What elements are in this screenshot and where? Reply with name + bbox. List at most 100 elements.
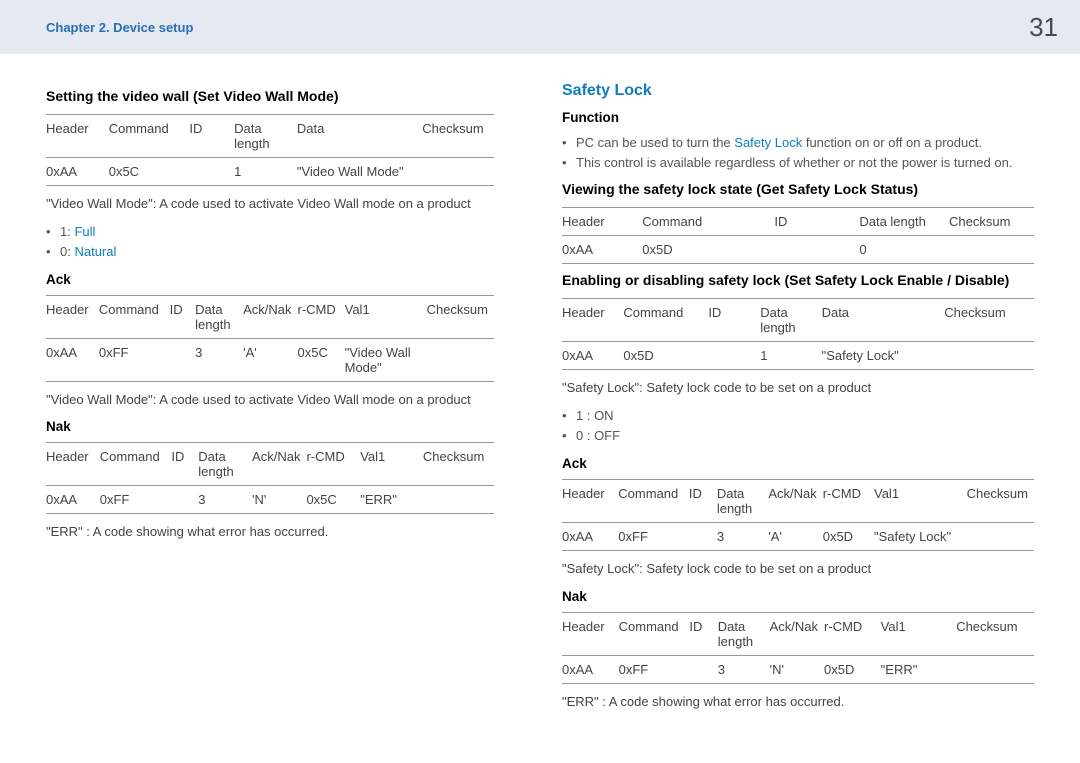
th: Data length — [859, 214, 926, 229]
th: Checksum — [956, 619, 1017, 634]
content-area: Setting the video wall (Set Video Wall M… — [0, 54, 1080, 719]
th: Command — [623, 305, 683, 320]
th: Data — [822, 305, 849, 320]
th: Ack/Nak — [768, 486, 816, 501]
td — [949, 236, 1034, 264]
li-prefix: 0: — [60, 244, 74, 259]
td: 1 — [234, 164, 241, 179]
td — [708, 342, 760, 370]
li-emph: Natural — [74, 244, 116, 259]
th: Header — [46, 449, 89, 464]
th: Checksum — [944, 305, 1005, 320]
li-prefix: 1: — [60, 224, 74, 239]
li-emph: Full — [74, 224, 95, 239]
th: Command — [642, 214, 702, 229]
safety-lock-link[interactable]: Safety Lock — [734, 135, 802, 150]
td: 0xFF — [99, 345, 129, 360]
table-safety-lock-ack: Header Command ID Data length Ack/Nak r-… — [562, 479, 1034, 551]
td: 0xAA — [46, 492, 77, 507]
td: 0xAA — [562, 655, 619, 683]
txt: 1 : ON — [576, 408, 614, 423]
td: 0xFF — [100, 492, 130, 507]
td: 'A' — [768, 523, 822, 551]
th: Checksum — [949, 214, 1010, 229]
td: 'N' — [770, 655, 824, 683]
th: Checksum — [423, 449, 484, 464]
right-column: Safety Lock Function PC can be used to t… — [530, 82, 1080, 719]
th: Checksum — [427, 302, 488, 317]
function-list: PC can be used to turn the Safety Lock f… — [562, 133, 1034, 173]
list-item: 1 : ON — [562, 406, 1034, 426]
th: Val1 — [881, 619, 906, 634]
left-desc2: "Video Wall Mode": A code used to activa… — [46, 390, 494, 410]
lock-values-list: 1 : ON 0 : OFF — [562, 406, 1034, 446]
td: "Safety Lock" — [874, 523, 967, 551]
td: "ERR" — [360, 492, 397, 507]
th: Header — [562, 214, 605, 229]
th: ID — [774, 214, 787, 229]
left-ack-title: Ack — [46, 272, 494, 287]
td: 3 — [718, 655, 770, 683]
right-sub2: Enabling or disabling safety lock (Set S… — [562, 272, 1034, 288]
td — [944, 342, 1034, 370]
table-set-safety-lock: Header Command ID Data length Data Check… — [562, 298, 1034, 370]
td: 3 — [717, 523, 768, 551]
th: Data length — [195, 302, 230, 332]
td: 0 — [859, 236, 949, 264]
th: Command — [99, 302, 159, 317]
th: Val1 — [345, 302, 370, 317]
txt: 0 : OFF — [576, 428, 620, 443]
right-sub1: Viewing the safety lock state (Get Safet… — [562, 181, 1034, 197]
list-item: 0: Natural — [46, 242, 494, 262]
th: Data length — [718, 619, 753, 649]
th: ID — [189, 121, 202, 136]
td: 0xAA — [46, 345, 77, 360]
td: "Video Wall Mode" — [297, 164, 404, 179]
td: 'A' — [243, 345, 257, 360]
txt: function on or off on a product. — [802, 135, 982, 150]
td: "ERR" — [881, 655, 957, 683]
th: ID — [170, 302, 183, 317]
th: Data — [297, 121, 324, 136]
left-column: Setting the video wall (Set Video Wall M… — [0, 82, 530, 719]
td: "Safety Lock" — [822, 342, 945, 370]
td: 0xAA — [46, 164, 77, 179]
th: ID — [689, 619, 702, 634]
th: ID — [171, 449, 184, 464]
td — [689, 523, 717, 551]
th: r-CMD — [298, 302, 336, 317]
td: 0x5D — [642, 236, 774, 264]
right-nak-title: Nak — [562, 589, 1034, 604]
td: 'N' — [252, 492, 266, 507]
th: Ack/Nak — [243, 302, 291, 317]
table-set-video-wall: Header Command ID Data length Data Check… — [46, 114, 494, 186]
list-item: This control is available regardless of … — [562, 153, 1034, 173]
th: ID — [689, 486, 702, 501]
right-desc1: "Safety Lock": Safety lock code to be se… — [562, 378, 1034, 398]
th: ID — [708, 305, 721, 320]
td: 3 — [198, 492, 205, 507]
page-header: Chapter 2. Device setup 31 — [0, 0, 1080, 54]
td: 0x5D — [824, 655, 881, 683]
th: Val1 — [360, 449, 385, 464]
right-section-title: Safety Lock — [562, 82, 1034, 100]
td — [774, 236, 859, 264]
th: r-CMD — [823, 486, 861, 501]
td: 3 — [195, 345, 202, 360]
left-nak-title: Nak — [46, 419, 494, 434]
td: 0x5D — [623, 342, 708, 370]
chapter-title[interactable]: Chapter 2. Device setup — [46, 20, 193, 35]
td: 0x5D — [823, 523, 874, 551]
td: 0x5C — [298, 345, 328, 360]
th: Checksum — [967, 486, 1028, 501]
th: r-CMD — [824, 619, 862, 634]
th: Header — [46, 121, 89, 136]
function-title: Function — [562, 110, 1034, 125]
td: 0x5C — [109, 164, 139, 179]
th: Header — [562, 486, 605, 501]
th: r-CMD — [306, 449, 344, 464]
th: Data length — [198, 449, 233, 479]
th: Command — [100, 449, 160, 464]
td — [689, 655, 717, 683]
right-desc3: "ERR" : A code showing what error has oc… — [562, 692, 1034, 712]
